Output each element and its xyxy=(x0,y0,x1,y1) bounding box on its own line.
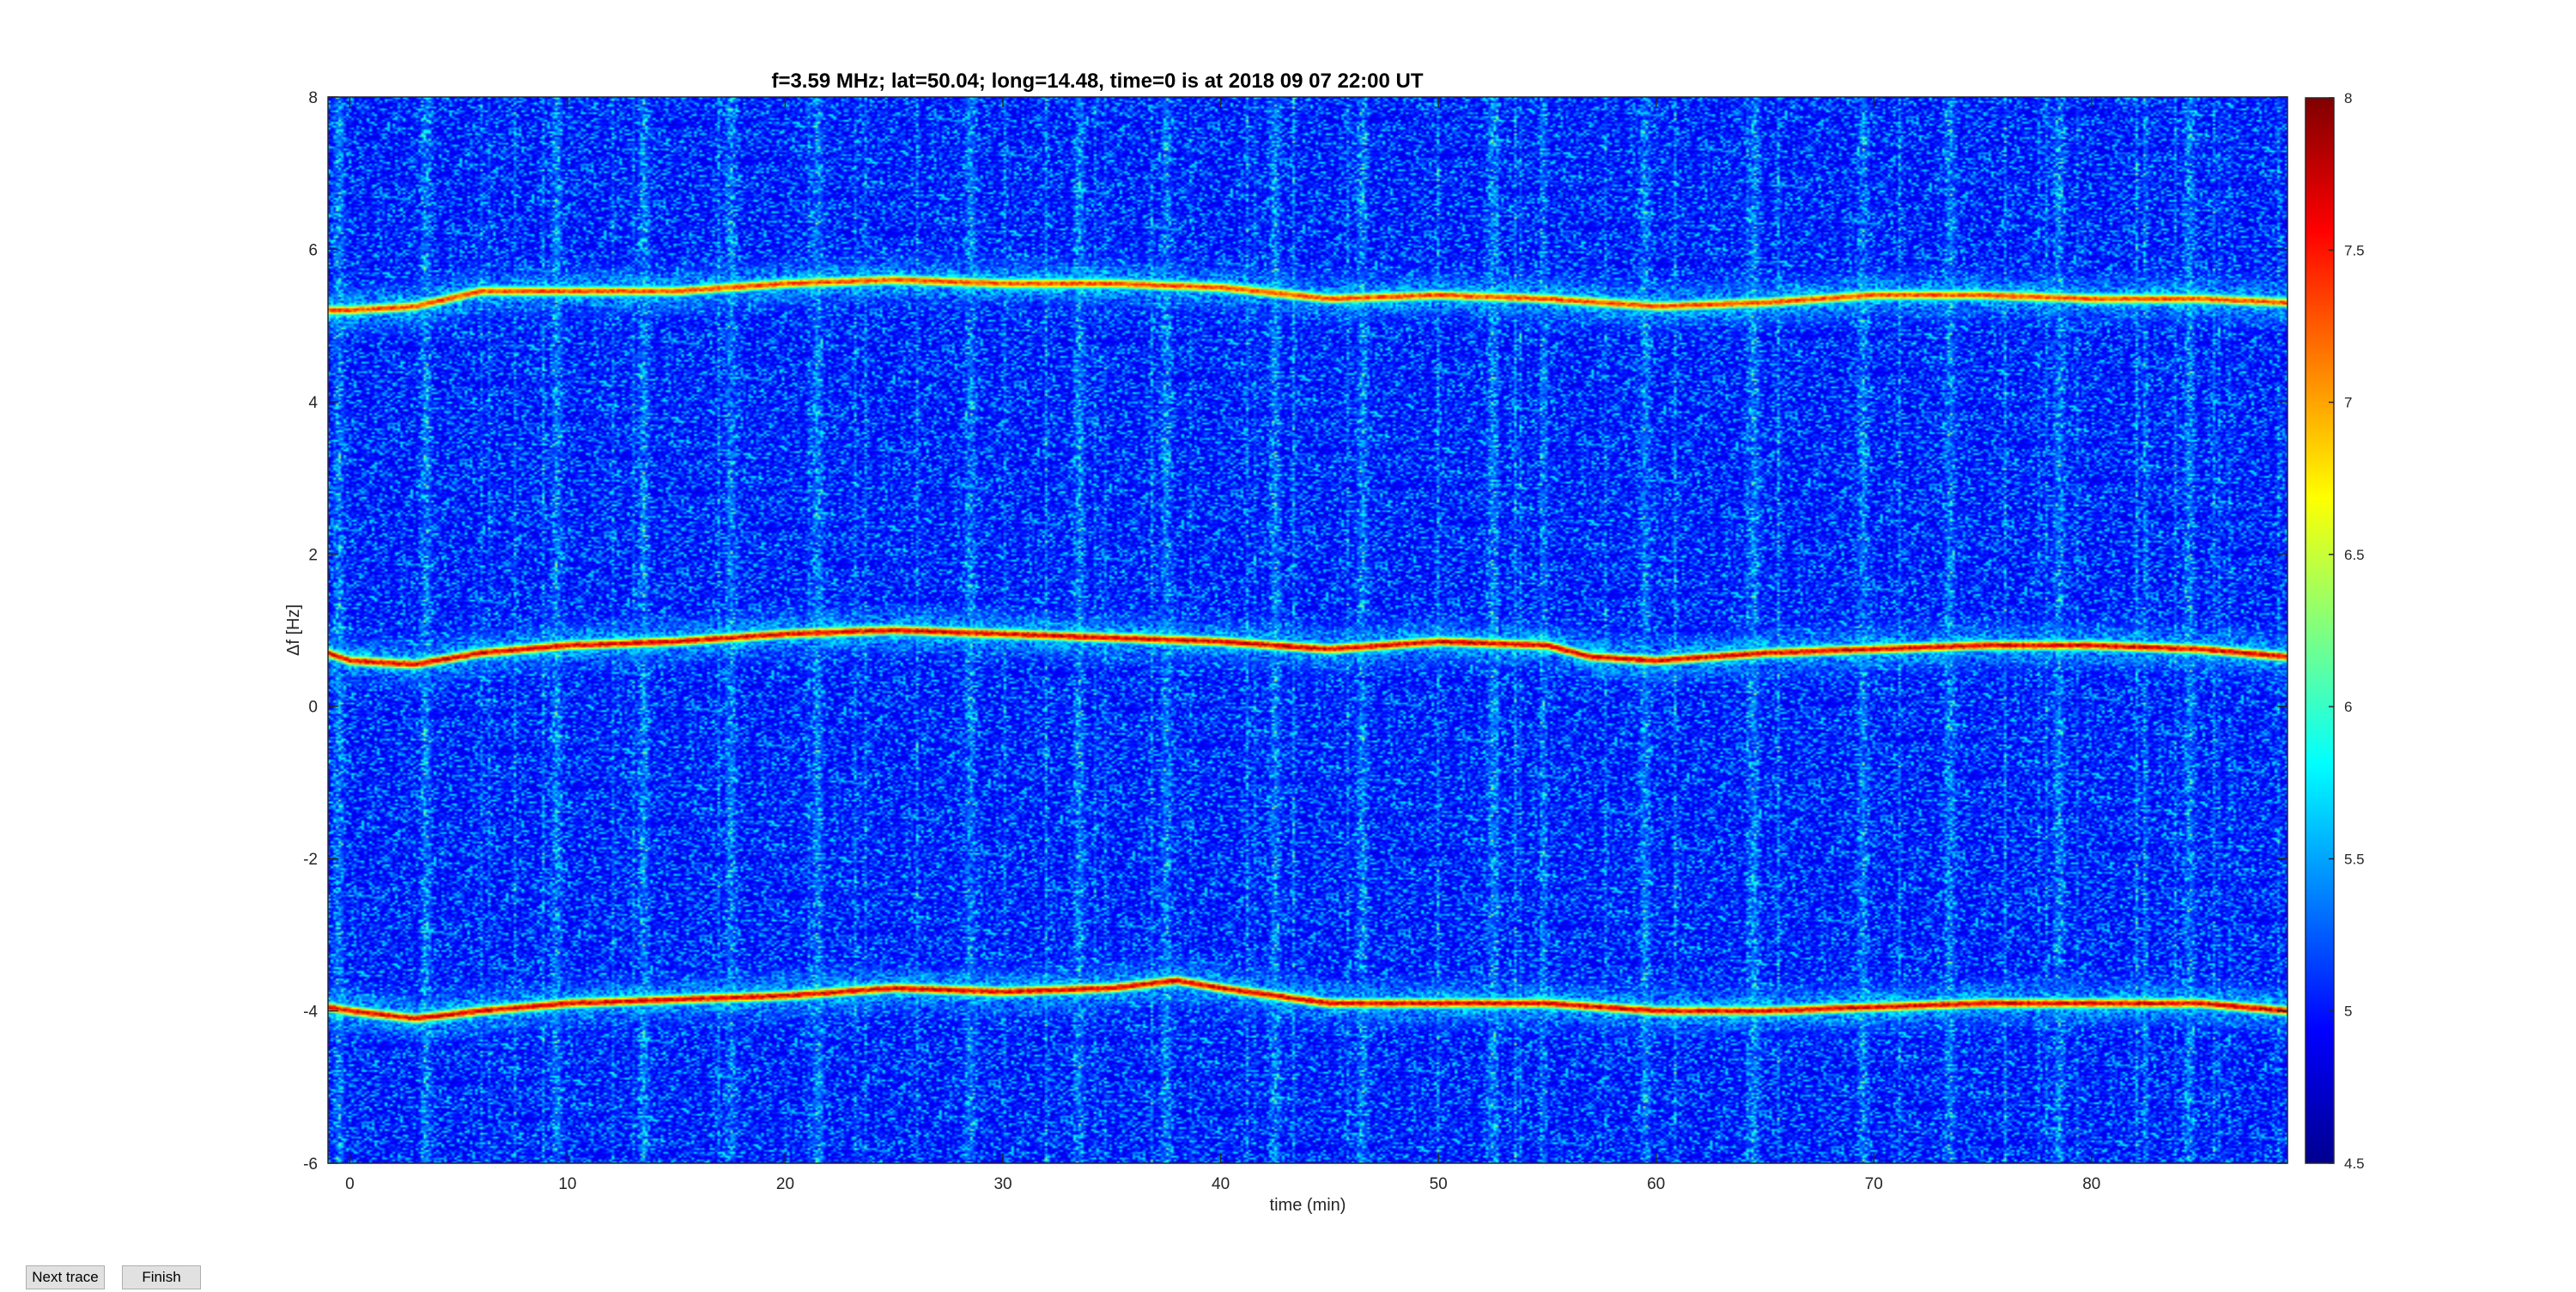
y-tick-label: -6 xyxy=(303,1156,318,1174)
x-tick-label: 50 xyxy=(1430,1175,1448,1193)
x-axis-label: time (min) xyxy=(1270,1196,1346,1215)
chart-title: f=3.59 MHz; lat=50.04; long=14.48, time=… xyxy=(771,70,1423,93)
y-tick-label: -4 xyxy=(303,1004,318,1022)
colorbar-tick-label: 5.5 xyxy=(2344,851,2365,867)
colorbar-tick-label: 5 xyxy=(2344,1004,2352,1020)
colorbar-tick-label: 4.5 xyxy=(2344,1156,2365,1172)
colorbar-tick-label: 6 xyxy=(2344,699,2352,715)
y-tick-label: 0 xyxy=(308,699,318,717)
colorbar-tick-label: 7.5 xyxy=(2344,242,2365,258)
y-tick-label: 2 xyxy=(308,546,318,564)
spectrogram-heatmap xyxy=(328,97,2287,1163)
x-tick-label: 0 xyxy=(345,1175,355,1193)
y-tick-label: 8 xyxy=(308,89,318,107)
y-axis-label: Δf [Hz] xyxy=(284,604,303,656)
colorbar xyxy=(2305,97,2335,1164)
y-tick-label: -2 xyxy=(303,851,318,869)
x-tick-label: 20 xyxy=(776,1175,794,1193)
colorbar-tick-label: 6.5 xyxy=(2344,547,2365,563)
x-tick-label: 60 xyxy=(1647,1175,1665,1193)
spectrogram-figure: f=3.59 MHz; lat=50.04; long=14.48, time=… xyxy=(284,70,2365,1215)
colorbar-tick-label: 7 xyxy=(2344,395,2352,411)
y-tick-label: 4 xyxy=(308,394,318,412)
y-tick-label: 6 xyxy=(308,241,318,259)
x-tick-label: 10 xyxy=(558,1175,576,1193)
x-tick-label: 70 xyxy=(1865,1175,1883,1193)
finish-button[interactable]: Finish xyxy=(122,1265,201,1289)
x-tick-label: 40 xyxy=(1212,1175,1230,1193)
next-trace-button[interactable]: Next trace xyxy=(26,1265,105,1289)
x-tick-label: 30 xyxy=(993,1175,1012,1193)
colorbar-tick-label: 8 xyxy=(2344,90,2352,106)
x-tick-label: 80 xyxy=(2082,1175,2100,1193)
